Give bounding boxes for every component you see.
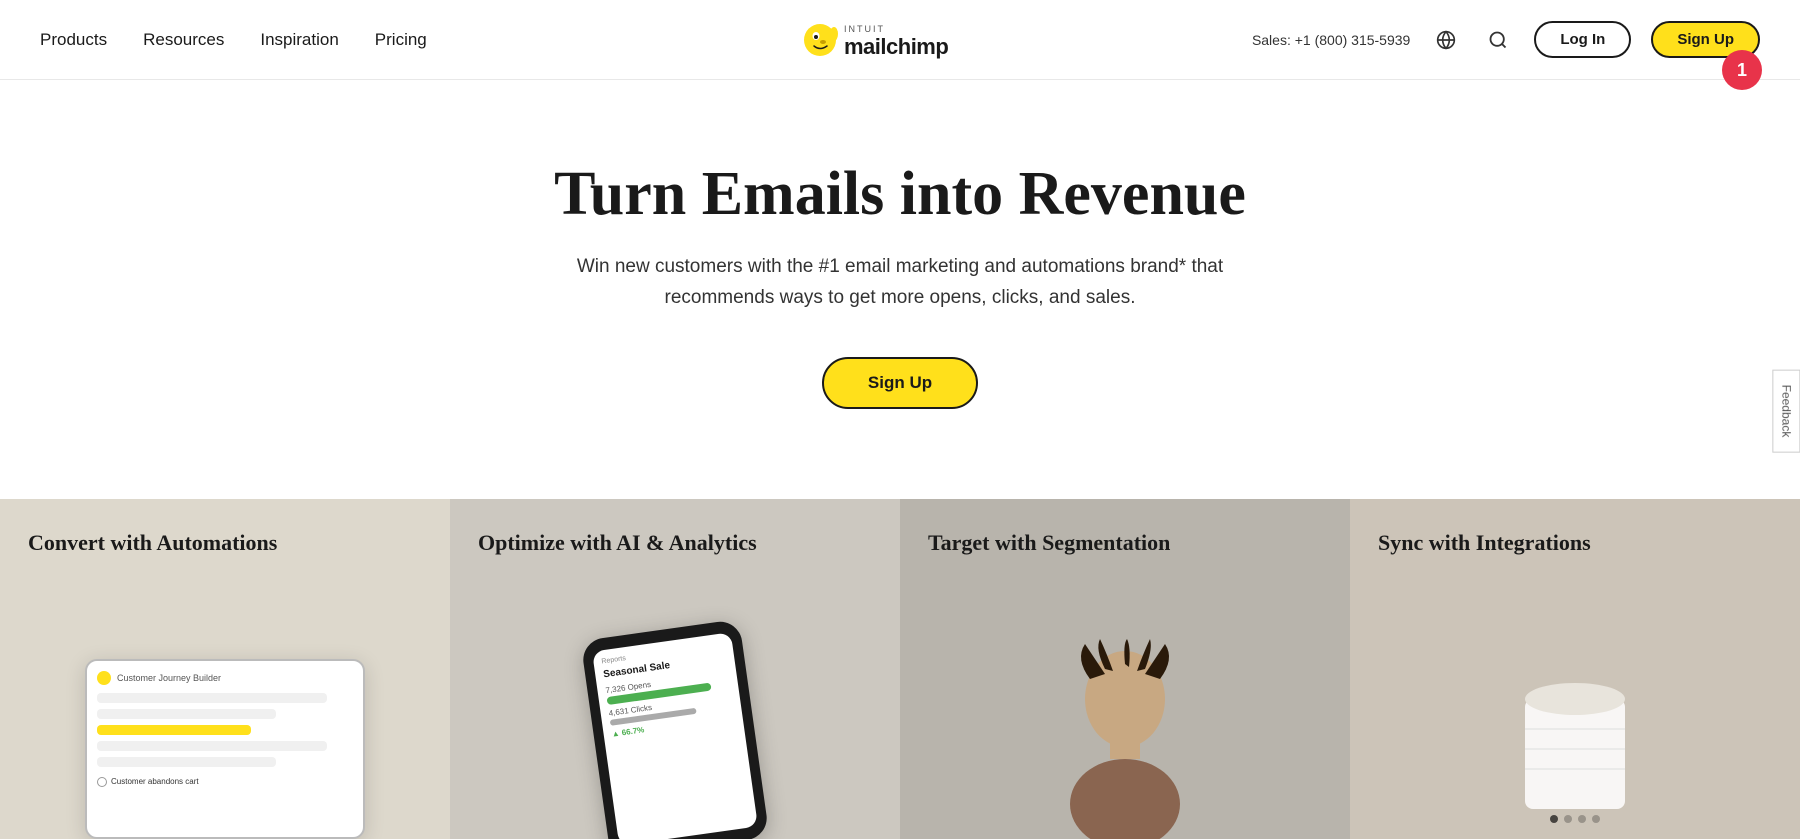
nav-products[interactable]: Products [40,30,107,50]
feature-segmentation-title: Target with Segmentation [928,529,1170,558]
feature-analytics-title: Optimize with AI & Analytics [478,529,757,558]
feature-integrations-title: Sync with Integrations [1378,529,1591,558]
hero-subtitle: Win new customers with the #1 email mark… [550,252,1250,313]
person-silhouette [1035,639,1215,839]
notification-badge: 1 [1722,50,1762,90]
hero-section: Turn Emails into Revenue Win new custome… [0,80,1800,499]
navbar: Products Resources Inspiration Pricing I… [0,0,1800,80]
analytics-visual: Reports Seasonal Sale 7,326 Opens 4,631 … [450,639,900,839]
tablet-row-2 [97,709,276,719]
hero-title: Turn Emails into Revenue [554,160,1246,228]
cylinder-visual [1505,659,1645,819]
tablet-logo-dot [97,671,111,685]
tablet-title: Customer Journey Builder [117,673,221,683]
tablet-mock: Customer Journey Builder Customer abando… [85,659,365,839]
site-logo[interactable]: INTUIT mailchimp [800,16,1000,64]
nav-left: Products Resources Inspiration Pricing [40,30,427,50]
segmentation-visual [900,639,1350,839]
globe-icon[interactable] [1430,24,1462,56]
search-icon[interactable] [1482,24,1514,56]
phone-mock: Reports Seasonal Sale 7,326 Opens 4,631 … [580,619,769,839]
cart-label: Customer abandons cart [97,777,353,787]
feature-analytics: Optimize with AI & Analytics Reports Sea… [450,499,900,839]
feature-integrations: Sync with Integrations [1350,499,1800,839]
tablet-header: Customer Journey Builder [97,671,353,685]
signup-button-hero[interactable]: Sign Up [822,357,978,409]
phone-inner: Reports Seasonal Sale 7,326 Opens 4,631 … [592,632,758,839]
integrations-visual [1350,639,1800,839]
svg-text:INTUIT: INTUIT [844,24,885,34]
tablet-row-1 [97,693,327,703]
features-section: Convert with Automations Customer Journe… [0,499,1800,839]
tablet-row-4 [97,757,276,767]
svg-text:mailchimp: mailchimp [844,34,948,59]
nav-inspiration[interactable]: Inspiration [260,30,338,50]
login-button[interactable]: Log In [1534,21,1631,58]
feature-automations: Convert with Automations Customer Journe… [0,499,450,839]
feedback-tab[interactable]: Feedback [1773,370,1800,453]
feature-automations-title: Convert with Automations [28,529,277,558]
sales-phone: Sales: +1 (800) 315-5939 [1252,32,1410,48]
nav-pricing[interactable]: Pricing [375,30,427,50]
nav-right: Sales: +1 (800) 315-5939 Log In Sign Up [1252,21,1760,58]
automations-visual: Customer Journey Builder Customer abando… [0,639,450,839]
feature-segmentation: Target with Segmentation [900,499,1350,839]
tablet-row-3 [97,741,327,751]
tablet-row-accent [97,725,251,735]
nav-resources[interactable]: Resources [143,30,224,50]
